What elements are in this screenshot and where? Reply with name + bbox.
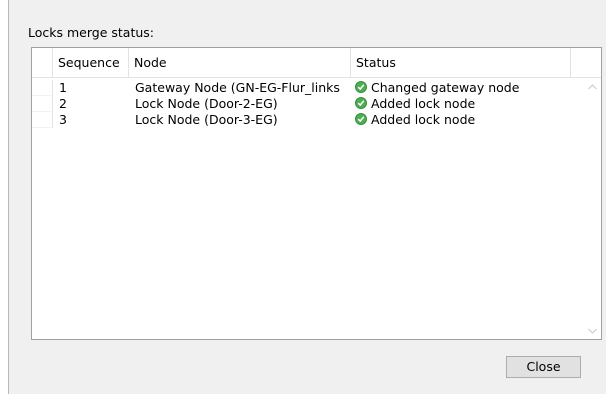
column-header-node[interactable]: Node: [129, 48, 351, 78]
close-button[interactable]: Close: [506, 356, 581, 378]
cell-status-text: Changed gateway node: [371, 80, 520, 95]
cell-status[interactable]: Added lock node: [355, 96, 569, 112]
cell-node[interactable]: Gateway Node (GN-EG-Flur_links: [135, 80, 349, 96]
row-header[interactable]: [32, 80, 53, 96]
dialog-heading: Locks merge status:: [28, 25, 154, 40]
cell-sequence[interactable]: 3: [59, 112, 127, 128]
vertical-scrollbar[interactable]: [584, 78, 601, 339]
cell-status[interactable]: Changed gateway node: [355, 80, 569, 96]
scroll-down-arrow-icon[interactable]: [584, 322, 601, 339]
row-header[interactable]: [32, 112, 53, 128]
success-check-icon: [355, 113, 367, 125]
cell-status-text: Added lock node: [371, 112, 476, 127]
status-grid[interactable]: Sequence Node Status 1 Gateway Node (GN-…: [31, 47, 602, 340]
success-check-icon: [355, 81, 367, 93]
cell-node[interactable]: Lock Node (Door-3-EG): [135, 112, 349, 128]
column-header-sequence[interactable]: Sequence: [53, 48, 129, 78]
row-header[interactable]: [32, 96, 53, 112]
cell-node[interactable]: Lock Node (Door-2-EG): [135, 96, 349, 112]
grid-corner-header: [32, 48, 53, 78]
cell-sequence[interactable]: 2: [59, 96, 127, 112]
cell-status-text: Added lock node: [371, 96, 476, 111]
success-check-icon: [355, 97, 367, 109]
column-header-filler: [571, 48, 601, 78]
cell-status[interactable]: Added lock node: [355, 112, 569, 128]
cell-sequence[interactable]: 1: [59, 80, 127, 96]
scroll-up-arrow-icon[interactable]: [584, 78, 601, 95]
column-header-status[interactable]: Status: [351, 48, 571, 78]
locks-merge-dialog: Locks merge status: Sequence Node Status…: [8, 0, 606, 394]
